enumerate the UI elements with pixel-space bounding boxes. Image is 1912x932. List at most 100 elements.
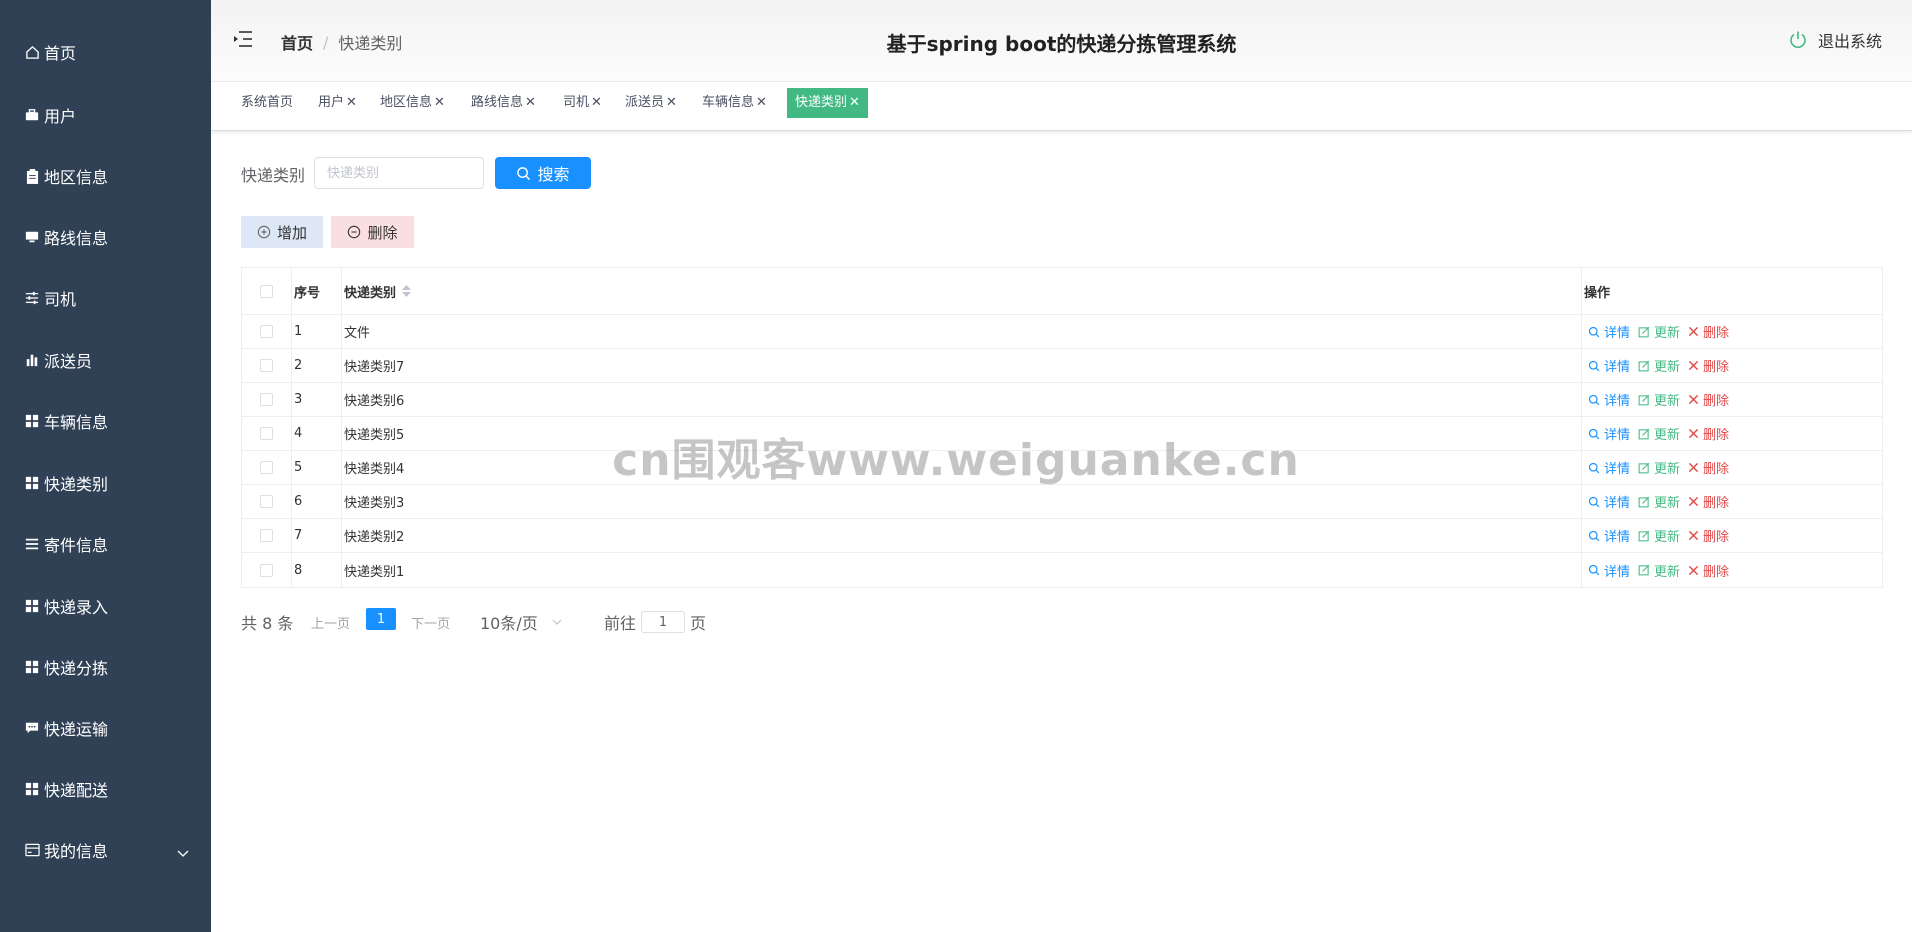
column-header-name[interactable]: 快递类别 [342, 268, 1582, 314]
chevron-down-icon[interactable] [177, 843, 189, 862]
close-icon[interactable]: ✕ [756, 95, 767, 110]
close-icon[interactable]: ✕ [525, 95, 536, 110]
sidebar-item-users[interactable]: 用户 [0, 90, 211, 140]
edit-icon [1638, 360, 1650, 371]
tag-label: 司机 [563, 95, 590, 110]
detail-button[interactable]: 详情 [1588, 424, 1630, 443]
sidebar-item-vehicle[interactable]: 车辆信息 [0, 396, 211, 446]
tag-dashboard[interactable]: 系统首页 [237, 88, 297, 118]
detail-button[interactable]: 详情 [1588, 322, 1630, 341]
sidebar-item-driver[interactable]: 司机 [0, 273, 211, 323]
delete-button[interactable]: 删除 [1688, 561, 1729, 580]
detail-button[interactable]: 详情 [1588, 390, 1630, 409]
sidebar-item-express-entry[interactable]: 快递录入 [0, 581, 211, 631]
add-button[interactable]: 增加 [241, 216, 323, 248]
sidebar-item-region[interactable]: 地区信息 [0, 151, 211, 201]
update-button[interactable]: 更新 [1638, 458, 1680, 477]
tag-driver[interactable]: 司机 ✕ [559, 88, 606, 118]
delete-button[interactable]: 删除 [1688, 390, 1729, 409]
update-button[interactable]: 更新 [1638, 356, 1680, 375]
clipboard-icon [24, 168, 40, 184]
delete-button[interactable]: 删除 [1688, 458, 1729, 477]
tag-courier[interactable]: 派送员 ✕ [621, 88, 681, 118]
close-icon[interactable]: ✕ [666, 95, 677, 110]
sidebar-item-label: 路线信息 [44, 229, 109, 248]
sidebar-item-express-sorting[interactable]: 快递分拣 [0, 642, 211, 692]
tag-region[interactable]: 地区信息 ✕ [376, 88, 449, 118]
pagination-prev[interactable]: 上一页 [311, 608, 350, 636]
grid-icon [24, 598, 40, 614]
tag-express-category[interactable]: 快递类别 ✕ [787, 88, 868, 118]
row-index: 6 [292, 485, 342, 518]
pagination-goto-input[interactable] [641, 611, 685, 633]
row-checkbox[interactable] [260, 461, 273, 474]
breadcrumb-home[interactable]: 首页 [281, 30, 313, 54]
sidebar-item-label: 地区信息 [44, 168, 109, 187]
page-size-select[interactable]: 10条/页 [480, 608, 562, 636]
sidebar-item-label: 司机 [44, 290, 77, 309]
update-button[interactable]: 更新 [1638, 492, 1680, 511]
delete-label: 删除 [1703, 394, 1730, 409]
sidebar-item-express-delivery[interactable]: 快递配送 [0, 764, 211, 814]
tag-users[interactable]: 用户 ✕ [314, 88, 361, 118]
close-icon[interactable]: ✕ [346, 95, 357, 110]
sidebar-item-route[interactable]: 路线信息 [0, 212, 211, 262]
row-checkbox[interactable] [260, 359, 273, 372]
logout-button[interactable]: 退出系统 [1788, 28, 1882, 52]
row-checkbox[interactable] [260, 427, 273, 440]
row-checkbox[interactable] [260, 529, 273, 542]
sidebar-item-express-transport[interactable]: 快递运输 [0, 703, 211, 753]
batch-delete-button[interactable]: 删除 [331, 216, 414, 248]
select-all-checkbox[interactable] [260, 284, 273, 298]
table-header-row: 序号 快递类别 操作 [242, 268, 1882, 315]
delete-button[interactable]: 删除 [1688, 492, 1729, 511]
sidebar-item-home[interactable]: 首页 [0, 27, 211, 77]
power-icon [1790, 31, 1806, 48]
sidebar-item-express-category[interactable]: 快递类别 [0, 458, 211, 508]
update-label: 更新 [1654, 326, 1681, 341]
detail-button[interactable]: 详情 [1588, 356, 1630, 375]
detail-button[interactable]: 详情 [1588, 561, 1630, 580]
close-icon[interactable]: ✕ [434, 95, 445, 110]
row-checkbox[interactable] [260, 393, 273, 406]
sidebar-item-my-info[interactable]: 我的信息 [0, 825, 211, 875]
delete-label: 删除 [1703, 530, 1730, 545]
row-checkbox[interactable] [260, 495, 273, 508]
detail-button[interactable]: 详情 [1588, 458, 1630, 477]
search-button[interactable]: 搜索 [495, 157, 591, 189]
delete-label: 删除 [1703, 462, 1730, 477]
update-button[interactable]: 更新 [1638, 424, 1680, 443]
update-button[interactable]: 更新 [1638, 561, 1680, 580]
row-checkbox[interactable] [260, 563, 273, 577]
sidebar-item-courier[interactable]: 派送员 [0, 335, 211, 385]
sidebar-item-label: 我的信息 [44, 842, 109, 861]
detail-label: 详情 [1604, 496, 1631, 511]
update-button[interactable]: 更新 [1638, 322, 1680, 341]
sidebar-item-shipment[interactable]: 寄件信息 [0, 519, 211, 569]
menu-toggle-icon[interactable] [233, 30, 253, 52]
update-label: 更新 [1654, 360, 1681, 375]
close-icon[interactable]: ✕ [849, 95, 860, 110]
pagination-page-current[interactable]: 1 [366, 608, 396, 630]
sort-icon[interactable] [402, 285, 412, 297]
search-input[interactable] [314, 157, 484, 189]
delete-button[interactable]: 删除 [1688, 526, 1729, 545]
tag-route[interactable]: 路线信息 ✕ [467, 88, 540, 118]
update-button[interactable]: 更新 [1638, 526, 1680, 545]
row-checkbox[interactable] [260, 325, 273, 338]
row-actions: 详情 更新 删除 [1582, 553, 1882, 587]
tag-vehicle[interactable]: 车辆信息 ✕ [698, 88, 771, 118]
table-row: 6 快递类别3 详情 更新 删除 [242, 485, 1882, 519]
delete-button[interactable]: 删除 [1688, 424, 1729, 443]
detail-button[interactable]: 详情 [1588, 526, 1630, 545]
detail-button[interactable]: 详情 [1588, 492, 1630, 511]
delete-button[interactable]: 删除 [1688, 356, 1729, 375]
update-button[interactable]: 更新 [1638, 390, 1680, 409]
pagination-next[interactable]: 下一页 [411, 608, 450, 636]
detail-label: 详情 [1604, 428, 1631, 443]
briefcase-icon [24, 107, 40, 123]
delete-button[interactable]: 删除 [1688, 322, 1729, 341]
edit-icon [1638, 394, 1650, 405]
close-icon[interactable]: ✕ [591, 95, 602, 110]
grid-icon [24, 413, 40, 429]
